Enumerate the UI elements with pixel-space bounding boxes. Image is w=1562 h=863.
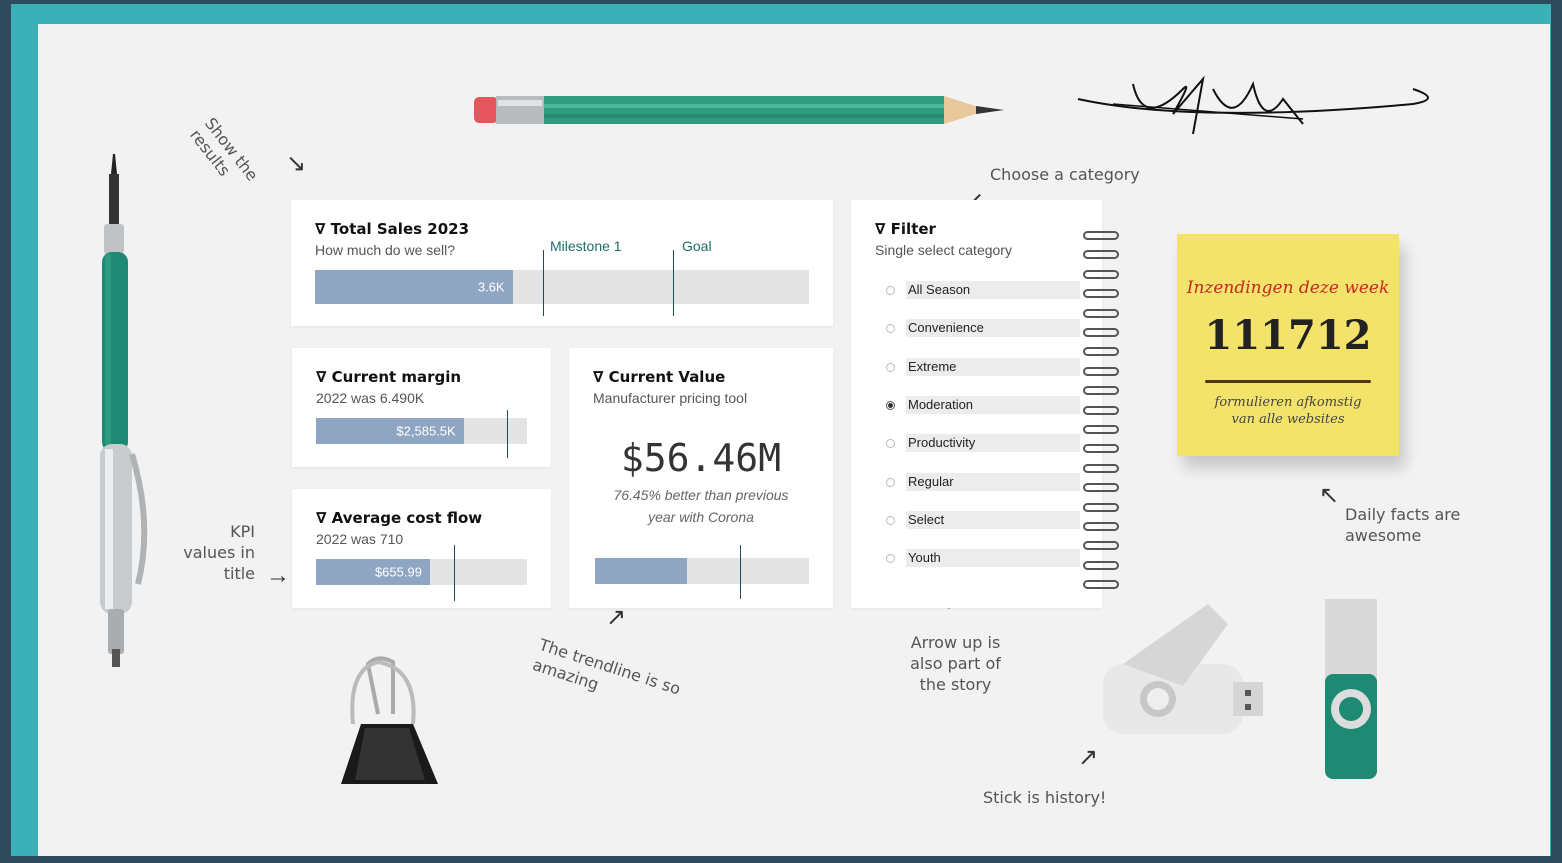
card-subtitle: 2022 was 710: [316, 531, 404, 547]
card-subtitle: 2022 was 6.490K: [316, 390, 425, 406]
signature-icon: [1077, 75, 1429, 135]
bar-fill: $2,585.5K: [316, 418, 464, 444]
radio-button[interactable]: [886, 515, 895, 525]
sticky-note-heading: Inzendingen deze week: [1186, 278, 1390, 298]
annotation-trendline: The trendline is so amazing: [530, 634, 683, 699]
avg-cost-flow-bar: $655.99: [316, 559, 527, 585]
dashboard-canvas: Show the results ↘ Choose a category ↙ K…: [38, 24, 1550, 856]
bar-fill: 3.6K: [315, 270, 513, 304]
spiral-ring: [1083, 522, 1119, 531]
annotation-arrow-up: Arrow up is also part of the story: [910, 633, 1001, 694]
annotation-daily-facts: Daily facts are awesome: [1345, 505, 1461, 545]
spiral-ring: [1083, 444, 1119, 454]
spiral-ring: [1083, 483, 1119, 493]
spiral-ring: [1083, 366, 1119, 376]
big-value: $56.46M: [620, 436, 782, 480]
card-title: ∇ Filter: [875, 220, 936, 238]
annotation-choose-category: Choose a category: [990, 165, 1140, 184]
spiral-ring: [1083, 386, 1119, 396]
card-subtitle: How much do we sell?: [315, 242, 456, 258]
filter-option-label: All Season: [906, 281, 1080, 299]
avg-cost-flow-card[interactable]: ∇ Average cost flow 2022 was 710 $655.99: [292, 489, 551, 608]
radio-button[interactable]: [886, 362, 895, 372]
target-line: [740, 545, 741, 599]
card-title: ∇ Total Sales 2023: [315, 220, 470, 238]
target-line: [454, 545, 455, 601]
radio-button[interactable]: [886, 286, 895, 295]
goal-label: Goal: [682, 238, 712, 254]
spiral-ring: [1083, 347, 1119, 357]
filter-option-label: Youth: [906, 549, 1080, 568]
arrow-icon: ↗: [606, 604, 627, 631]
current-margin-bar: $2,585.5K: [316, 418, 527, 444]
current-value-bar: [595, 558, 809, 584]
spiral-ring: [1083, 502, 1119, 512]
spiral-ring: [1083, 463, 1119, 473]
bar-fill: $655.99: [316, 559, 430, 585]
spiral-ring: [1083, 541, 1119, 551]
bar-value-label: $2,585.5K: [396, 423, 456, 439]
spiral-binding-icon: [1083, 231, 1123, 591]
comparison-text: 76.45% better than previous year with Co…: [613, 487, 789, 525]
usb-stick-green-icon: [1325, 599, 1377, 779]
radio-button[interactable]: [886, 400, 895, 410]
filter-option-label: Extreme: [906, 357, 1080, 376]
spiral-ring: [1083, 425, 1119, 434]
sticky-note-footer: formulieren afkomstig van alle websites: [1214, 395, 1362, 427]
filter-option-label: Moderation: [906, 395, 1080, 414]
arrow-icon: →: [266, 562, 290, 589]
spiral-ring: [1083, 308, 1119, 318]
filter-card: ∇ Filter Single select category All Seas…: [851, 200, 1102, 608]
bar-fill: [595, 558, 688, 584]
total-sales-card[interactable]: ∇ Total Sales 2023 How much do we sell? …: [291, 200, 833, 326]
current-margin-card[interactable]: ∇ Current margin 2022 was 6.490K $2,585.…: [292, 348, 551, 467]
usb-stick-icon: [1103, 604, 1263, 734]
annotation-kpi-values: KPI values in title: [183, 522, 255, 583]
card-subtitle: Manufacturer pricing tool: [593, 390, 748, 406]
bar-value-label: $655.99: [374, 564, 422, 580]
radio-button[interactable]: [886, 477, 895, 487]
pencil-icon: [474, 96, 1004, 124]
sticky-note-value: 111712: [1204, 312, 1372, 359]
radio-button[interactable]: [886, 324, 895, 334]
pen-icon: [100, 154, 148, 667]
current-value-card[interactable]: ∇ Current Value Manufacturer pricing too…: [569, 348, 833, 608]
spiral-ring: [1083, 289, 1119, 299]
sticky-note: Inzendingen deze week 111712 formulieren…: [1177, 234, 1399, 456]
filter-option-label: Select: [906, 510, 1080, 529]
milestone-line: [543, 250, 544, 316]
filter-option-label: Regular: [906, 472, 1080, 491]
goal-line: [673, 250, 674, 316]
card-title: ∇ Average cost flow: [316, 509, 483, 527]
annotation-show-results: Show the results: [186, 114, 262, 185]
binder-clip-icon: [341, 656, 438, 784]
target-line: [507, 410, 508, 458]
spiral-ring: [1083, 405, 1119, 415]
arrow-icon: ↘: [286, 150, 307, 177]
filter-option-label: Productivity: [906, 434, 1080, 453]
annotation-stick-history: Stick is history!: [983, 788, 1107, 807]
spiral-ring: [1083, 328, 1119, 337]
radio-button[interactable]: [886, 554, 895, 564]
bar-value-label: 3.6K: [477, 279, 505, 295]
card-title: ∇ Current Value: [593, 368, 726, 386]
filter-options: All Season Convenience Extreme Moderation Pr…: [886, 281, 1106, 583]
sticky-note-divider: [1205, 380, 1371, 383]
arrow-icon: ↖: [1319, 482, 1340, 509]
spiral-ring: [1083, 250, 1119, 260]
total-sales-bar: 3.6K: [315, 270, 809, 304]
spiral-ring: [1083, 231, 1119, 240]
spiral-ring: [1083, 269, 1119, 279]
frame: Show the results ↘ Choose a category ↙ K…: [11, 4, 1551, 856]
filter-option-label: Convenience: [906, 319, 1080, 338]
spiral-ring: [1083, 560, 1119, 570]
radio-button[interactable]: [886, 439, 895, 449]
card-subtitle: Single select category: [875, 242, 1012, 258]
spiral-ring: [1083, 580, 1119, 590]
milestone-label: Milestone 1: [550, 238, 622, 254]
card-title: ∇ Current margin: [316, 368, 462, 386]
